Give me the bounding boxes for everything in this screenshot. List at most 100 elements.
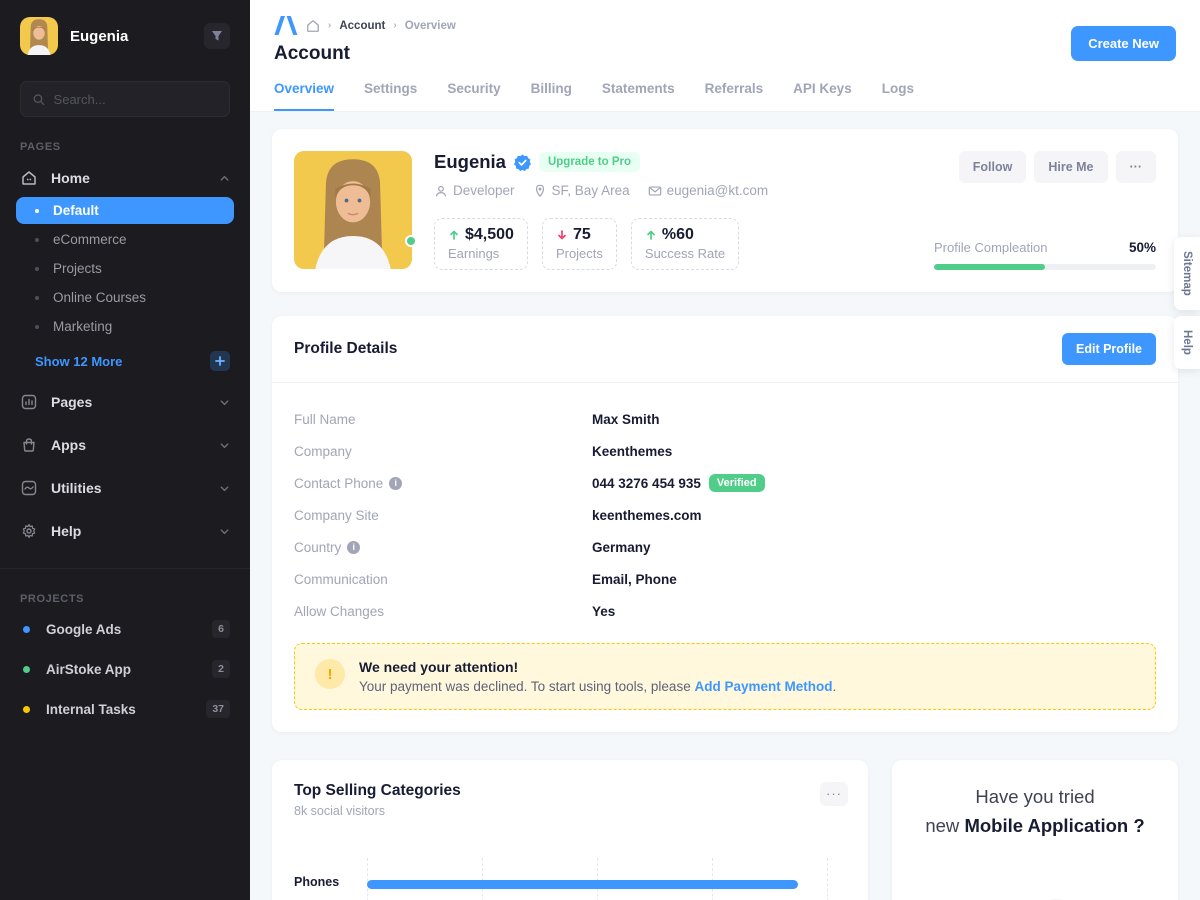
sidebar-subitem-projects[interactable]: Projects [16,255,234,282]
sidebar-item-apps[interactable]: Apps [0,428,250,462]
more-options-button[interactable]: ··· [1116,151,1157,183]
tab-security[interactable]: Security [447,81,500,111]
tab-statements[interactable]: Statements [602,81,675,111]
project-item-google-ads[interactable]: Google Ads 6 [0,613,250,645]
sidebar-header: Eugenia [0,0,250,69]
sidebar-subitem-default[interactable]: Default [16,197,234,224]
mail-icon [648,184,662,198]
bullet-icon [35,209,39,213]
breadcrumb-account[interactable]: Account [339,20,385,32]
bullet-icon [35,296,39,300]
detail-row-company-site: Company Site keenthemes.com [294,499,1156,531]
profile-info: Eugenia Upgrade to Pro Developer S [434,151,1156,270]
wave-icon [20,480,38,496]
sidebar: Eugenia PAGES Home Default eCommerce Pro… [0,0,250,900]
profile-actions: Follow Hire Me ··· [959,151,1156,183]
stat-success-rate: %60 Success Rate [631,218,739,270]
top-selling-categories-card: Top Selling Categories 8k social visitor… [272,760,868,900]
chart-subtitle: 8k social visitors [294,804,846,818]
breadcrumb-home-icon[interactable] [306,19,320,33]
detail-value: 044 3276 454 935 Verified [592,474,1156,492]
breadcrumb: › Account › Overview [274,16,1176,35]
sidebar-item-help[interactable]: Help [0,514,250,548]
project-item-internal-tasks[interactable]: Internal Tasks 37 [0,693,250,725]
sidebar-search[interactable] [20,81,230,117]
bar-phones[interactable] [367,880,798,889]
sidebar-subitem-online-courses[interactable]: Online Courses [16,284,234,311]
project-count-badge: 6 [212,620,230,638]
sidebar-menu-group: Pages Apps Utilities Help [0,385,250,548]
detail-row-country: Country i Germany [294,531,1156,563]
info-icon[interactable]: i [389,477,402,490]
tab-logs[interactable]: Logs [882,81,914,111]
stat-value: %60 [662,226,694,244]
sidebar-user-name: Eugenia [70,28,204,45]
show-more-link[interactable]: Show 12 More [35,354,210,369]
upgrade-to-pro-badge[interactable]: Upgrade to Pro [539,152,640,172]
projects-section-label: PROJECTS [0,593,250,605]
tab-referrals[interactable]: Referrals [705,81,764,111]
follow-button[interactable]: Follow [959,151,1027,183]
chevron-down-icon [219,526,230,537]
sidebar-item-label: Apps [51,437,86,453]
arrow-up-icon [645,229,657,241]
tab-overview[interactable]: Overview [274,81,334,111]
completion-label: Profile Compleation [934,240,1047,255]
app-logo [274,16,298,35]
sidebar-subitem-ecommerce[interactable]: eCommerce [16,226,234,253]
page-header: › Account › Overview Account Create New … [250,0,1200,112]
add-payment-method-link[interactable]: Add Payment Method [694,679,832,694]
create-new-button[interactable]: Create New [1071,26,1176,61]
stat-label: Earnings [448,246,514,261]
edit-profile-button[interactable]: Edit Profile [1062,333,1156,365]
user-icon [434,184,448,198]
arrow-up-icon [448,229,460,241]
hire-me-button[interactable]: Hire Me [1034,151,1107,183]
show-more-row: Show 12 More [0,342,250,371]
project-item-airstoke-app[interactable]: AirStoke App 2 [0,653,250,685]
profile-email-label: eugenia@kt.com [667,183,769,198]
project-label: Google Ads [46,622,121,637]
sidebar-item-utilities[interactable]: Utilities [0,471,250,505]
filter-icon [211,30,223,42]
sitemap-edge-tab[interactable]: Sitemap [1174,237,1200,310]
chart-category-label: Phones [294,875,367,900]
profile-role[interactable]: Developer [434,183,515,198]
sidebar-subitem-marketing[interactable]: Marketing [16,313,234,340]
user-avatar[interactable] [20,17,58,55]
verified-badge: Verified [709,474,765,492]
profile-name[interactable]: Eugenia [434,151,506,173]
search-input[interactable] [54,92,217,107]
stat-earnings: $4,500 Earnings [434,218,528,270]
alert-body: Your payment was declined. To start usin… [359,679,836,694]
avatar-image [20,17,58,55]
detail-value: Yes [592,604,1156,619]
alert-title: We need your attention! [359,659,836,675]
sidebar-item-pages[interactable]: Pages [0,385,250,419]
card-title: Profile Details [294,340,397,358]
chart-more-button[interactable]: ··· [820,782,848,806]
detail-row-company: Company Keenthemes [294,435,1156,467]
profile-email[interactable]: eugenia@kt.com [648,183,769,198]
tab-settings[interactable]: Settings [364,81,417,111]
tab-billing[interactable]: Billing [531,81,572,111]
detail-value: Max Smith [592,412,1156,427]
sidebar-subitem-label: Default [53,203,99,218]
add-page-button[interactable] [210,351,230,371]
gridline [597,858,598,900]
sidebar-subitem-label: Marketing [53,319,112,334]
info-icon[interactable]: i [347,541,360,554]
help-edge-tab[interactable]: Help [1174,316,1200,369]
page-content: Eugenia Upgrade to Pro Developer S [250,112,1200,900]
sidebar-subitem-label: Online Courses [53,290,146,305]
bag-icon [20,437,38,453]
project-dot-icon [23,706,30,713]
pages-section-label: PAGES [0,141,250,153]
profile-location[interactable]: SF, Bay Area [533,183,630,198]
tab-api-keys[interactable]: API Keys [793,81,852,111]
sidebar-toggle-button[interactable] [204,23,230,49]
project-dot-icon [23,626,30,633]
sidebar-item-home[interactable]: Home [0,161,250,195]
detail-value: Germany [592,540,1156,555]
bullet-icon [35,238,39,242]
